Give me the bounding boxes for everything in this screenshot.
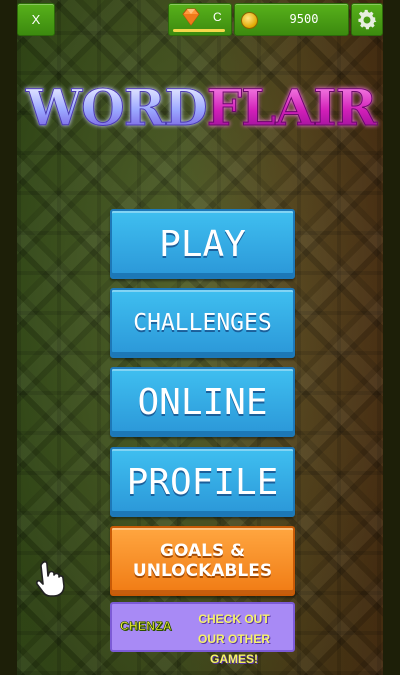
- coins-counter[interactable]: 9500: [234, 3, 349, 36]
- other-games-banner[interactable]: CHENZA CHECK OUT OUR OTHER GAMES!: [110, 602, 295, 666]
- gems-counter[interactable]: C: [168, 3, 232, 36]
- play-button[interactable]: PLAY: [110, 209, 295, 279]
- close-label: X: [31, 12, 41, 27]
- game-logo: WORDFLAIR: [26, 78, 378, 138]
- logo-word-one: WORD: [26, 78, 209, 138]
- other-games-line1: CHECK OUT: [198, 612, 270, 626]
- other-games-text: CHECK OUT OUR OTHER GAMES!: [178, 609, 290, 669]
- gems-progress-underline: [173, 29, 225, 32]
- settings-button[interactable]: [351, 3, 383, 36]
- challenges-button[interactable]: CHALLENGES: [110, 288, 295, 358]
- goals-unlockables-button[interactable]: GOALS & UNLOCKABLES: [110, 526, 295, 596]
- online-label: ONLINE: [137, 381, 268, 423]
- profile-label: PROFILE: [126, 461, 279, 503]
- gear-icon: [358, 9, 377, 29]
- chenza-logo: CHENZA: [120, 619, 172, 634]
- challenges-label: CHALLENGES: [133, 310, 272, 336]
- goals-label-line1: GOALS &: [160, 541, 245, 561]
- profile-button[interactable]: PROFILE: [110, 447, 295, 517]
- online-button[interactable]: ONLINE: [110, 367, 295, 437]
- left-letterbox: [0, 0, 17, 675]
- right-letterbox: [383, 0, 400, 675]
- hand-pointer-icon: [35, 560, 65, 597]
- close-button[interactable]: X: [17, 3, 55, 36]
- other-games-line2: OUR OTHER GAMES!: [198, 632, 270, 666]
- logo-word-two: FLAIR: [206, 78, 377, 138]
- goals-label-line2: UNLOCKABLES: [132, 561, 273, 581]
- play-label: PLAY: [159, 223, 246, 265]
- coins-value: 9500: [289, 12, 319, 26]
- coin-icon: [241, 12, 258, 29]
- gem-icon: [182, 8, 200, 26]
- game-screen: X C 9500 WORDFLAIR PLAY CHALLENGES ONLIN…: [0, 0, 400, 675]
- gems-value: C: [213, 10, 222, 24]
